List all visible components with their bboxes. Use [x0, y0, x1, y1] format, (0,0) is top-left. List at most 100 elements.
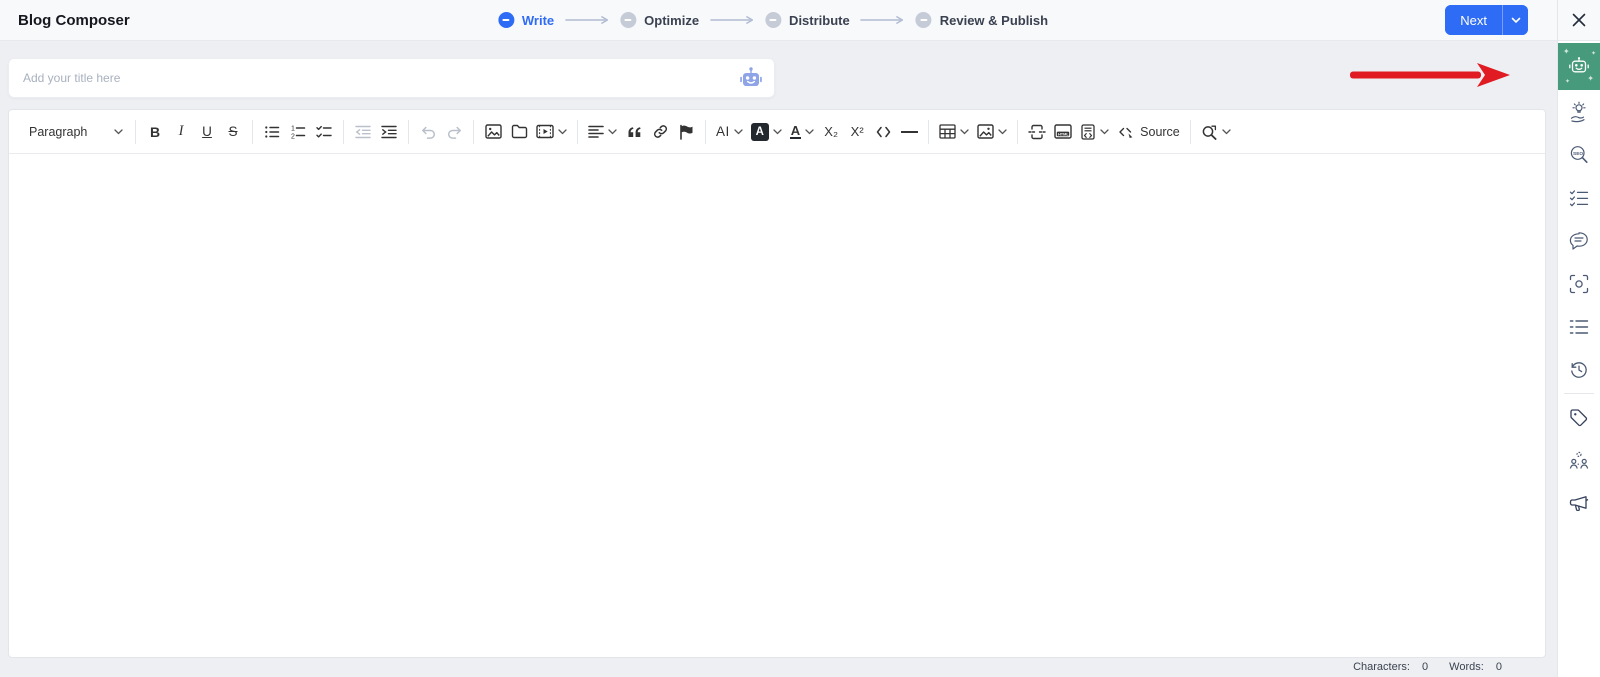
- toolbar-separator: [577, 119, 578, 144]
- step-review-publish[interactable]: Review & Publish: [915, 12, 1049, 28]
- html-embed-button[interactable]: HTML: [1050, 117, 1076, 147]
- blog-composer-app: Blog Composer Write Optimize Distribute: [0, 0, 1600, 677]
- sparkle-icon: ✦: [1590, 51, 1596, 57]
- sidebar-header: [1558, 0, 1600, 41]
- ai-title-button[interactable]: [738, 67, 764, 89]
- chevron-down-icon: [1100, 128, 1109, 134]
- link-icon: [653, 125, 667, 138]
- flag-button[interactable]: [673, 117, 699, 147]
- step-write-dot-icon: [497, 12, 514, 28]
- ai-tools-dropdown[interactable]: AI: [712, 117, 747, 147]
- link-button[interactable]: [647, 117, 673, 147]
- step-write[interactable]: Write: [497, 12, 555, 28]
- font-color-dropdown[interactable]: A: [786, 117, 818, 147]
- block-quote-button[interactable]: [621, 117, 647, 147]
- sparkle-icon: ✦: [1587, 74, 1594, 83]
- chevron-down-icon: [1222, 128, 1231, 134]
- words-label: Words:: [1449, 661, 1484, 673]
- todo-list-button[interactable]: [311, 117, 337, 147]
- chevron-down-icon: [998, 128, 1007, 134]
- underline-button[interactable]: U: [194, 117, 220, 147]
- paragraph-style-dropdown[interactable]: Paragraph: [19, 117, 129, 147]
- content-area: Paragraph B I U S 12: [0, 41, 1557, 677]
- characters-label: Characters:: [1353, 661, 1410, 673]
- insert-table-dropdown[interactable]: [935, 117, 973, 147]
- sidebar-item-outline[interactable]: [1558, 305, 1600, 348]
- personas-icon: [1569, 451, 1589, 469]
- code-icon: [876, 126, 890, 137]
- sidebar-item-content-ideas[interactable]: [1558, 90, 1600, 133]
- bulleted-list-icon: [265, 125, 280, 138]
- bulleted-list-button[interactable]: [259, 117, 285, 147]
- template-dropdown[interactable]: [1076, 117, 1113, 147]
- insert-image-button[interactable]: [480, 117, 506, 147]
- step-distribute[interactable]: Distribute: [765, 12, 850, 28]
- main-column: Blog Composer Write Optimize Distribute: [0, 0, 1557, 677]
- svg-text:1: 1: [291, 125, 295, 132]
- page-break-button[interactable]: [1024, 117, 1050, 147]
- step-write-label: Write: [521, 12, 555, 28]
- rich-text-editor: Paragraph B I U S 12 AI A A X₂ X² HTML S…: [8, 109, 1546, 658]
- page-title: Blog Composer: [18, 11, 130, 29]
- image-icon: [484, 124, 502, 139]
- sidebar-item-content-preview[interactable]: [1558, 262, 1600, 305]
- image-options-dropdown[interactable]: [973, 117, 1011, 147]
- next-dropdown-button[interactable]: [1503, 5, 1528, 35]
- strikethrough-button[interactable]: S: [220, 117, 246, 147]
- title-input[interactable]: [23, 71, 738, 85]
- next-button[interactable]: Next: [1445, 5, 1503, 35]
- step-distribute-label: Distribute: [789, 12, 850, 28]
- paragraph-style-label: Paragraph: [29, 124, 88, 139]
- status-bar: Characters: 0 Words: 0: [8, 658, 1546, 677]
- media-embed-dropdown[interactable]: [532, 117, 571, 147]
- sidebar-item-campaigns[interactable]: [1558, 482, 1600, 525]
- sidebar-item-checklist[interactable]: [1558, 176, 1600, 219]
- quote-icon: [628, 126, 641, 137]
- page-break-icon: [1028, 124, 1046, 139]
- ai-label: AI: [716, 124, 730, 139]
- horizontal-line-button[interactable]: [896, 117, 922, 147]
- editor-toolbar: Paragraph B I U S 12 AI A A X₂ X² HTML S…: [9, 110, 1545, 154]
- subscript-button[interactable]: X₂: [818, 117, 844, 147]
- seo-search-icon: SEO: [1570, 145, 1588, 163]
- file-manager-button[interactable]: [506, 117, 532, 147]
- italic-button[interactable]: I: [168, 117, 194, 147]
- bold-button[interactable]: B: [142, 117, 168, 147]
- sidebar-item-tags[interactable]: [1558, 396, 1600, 439]
- toolbar-separator: [408, 119, 409, 144]
- sidebar-item-ai-assistant[interactable]: ✦ ✦ ✦ ✦: [1558, 43, 1600, 90]
- sidebar-item-comments[interactable]: [1558, 219, 1600, 262]
- indent-icon: [381, 125, 397, 138]
- title-row: [8, 58, 1546, 98]
- svg-text:HTML: HTML: [1058, 131, 1069, 136]
- sidebar-item-seo-analysis[interactable]: SEO: [1558, 133, 1600, 176]
- align-left-icon: [588, 125, 604, 138]
- sidebar-item-personas[interactable]: [1558, 439, 1600, 482]
- sidebar-item-version-history[interactable]: [1558, 348, 1600, 391]
- close-button[interactable]: [1568, 9, 1590, 31]
- step-optimize[interactable]: Optimize: [620, 12, 699, 28]
- outline-list-icon: [1569, 319, 1589, 334]
- megaphone-icon: [1569, 495, 1589, 511]
- find-replace-dropdown[interactable]: [1197, 117, 1235, 147]
- step-optimize-dot-icon: [620, 12, 637, 28]
- tag-icon: [1570, 408, 1588, 426]
- sidebar-divider: [1564, 393, 1594, 394]
- step-review-label: Review & Publish: [939, 12, 1049, 28]
- folder-icon: [511, 124, 527, 139]
- text-alignment-dropdown[interactable]: [584, 117, 621, 147]
- idea-bulb-icon: [1570, 101, 1586, 122]
- toolbar-separator: [705, 119, 706, 144]
- code-button[interactable]: [870, 117, 896, 147]
- editor-content[interactable]: [9, 154, 1545, 657]
- redo-button[interactable]: [441, 117, 467, 147]
- outdent-button[interactable]: [350, 117, 376, 147]
- source-edit-icon: [1119, 127, 1133, 138]
- numbered-list-button[interactable]: 12: [285, 117, 311, 147]
- undo-button[interactable]: [415, 117, 441, 147]
- indent-button[interactable]: [376, 117, 402, 147]
- superscript-button[interactable]: X²: [844, 117, 870, 147]
- font-background-dropdown[interactable]: A: [747, 117, 786, 147]
- source-button[interactable]: Source: [1113, 117, 1184, 147]
- html-embed-icon: HTML: [1054, 124, 1072, 139]
